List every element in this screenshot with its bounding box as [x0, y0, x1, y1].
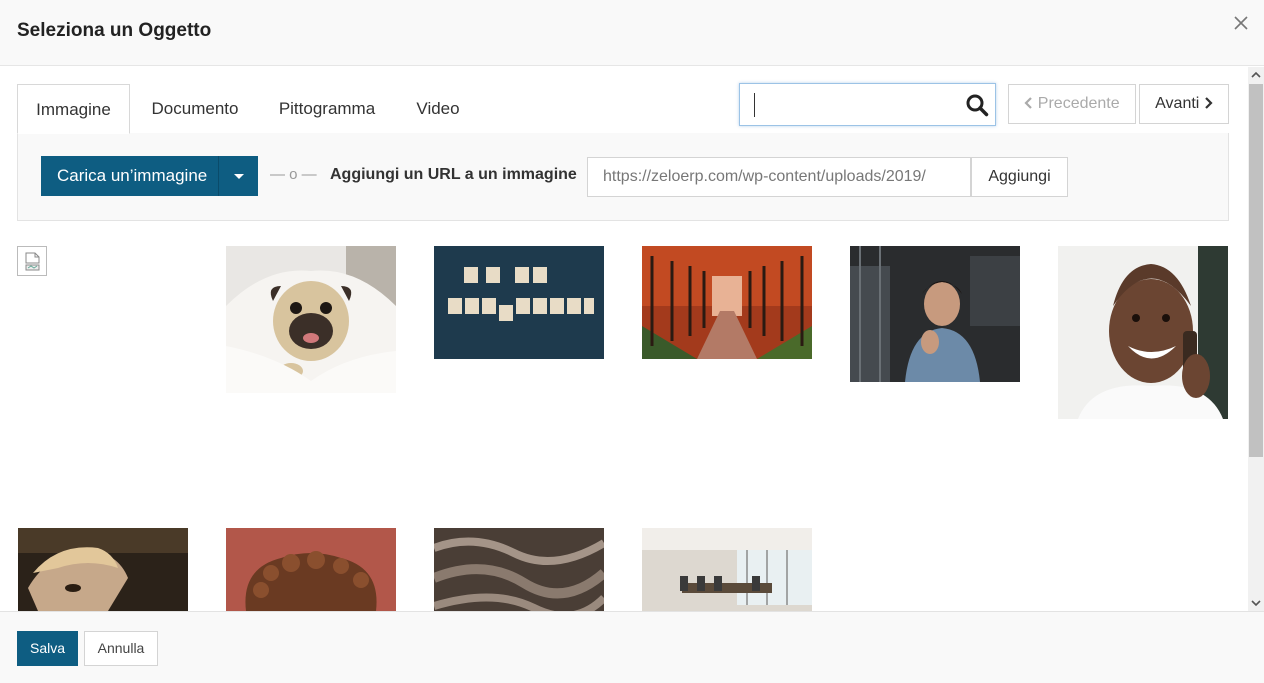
tab-pittogramma[interactable]: Pittogramma: [262, 84, 392, 134]
modal-body: Immagine Documento Pittogramma Video Pre…: [0, 67, 1248, 611]
upload-dropdown-button[interactable]: [218, 156, 258, 196]
tab-documento[interactable]: Documento: [136, 84, 254, 134]
man-sitting-photo[interactable]: [850, 246, 1020, 382]
curly-hair-photo[interactable]: [226, 528, 396, 611]
man-on-phone-photo[interactable]: [1058, 246, 1228, 419]
search-icon[interactable]: [965, 93, 989, 117]
upload-image-button[interactable]: Carica un’immagine: [41, 156, 218, 196]
cancel-button[interactable]: Annulla: [84, 631, 158, 666]
tab-immagine[interactable]: Immagine: [17, 84, 130, 134]
vertical-scrollbar[interactable]: [1248, 67, 1264, 611]
modal-title: Seleziona un Oggetto: [17, 20, 212, 41]
add-url-button[interactable]: Aggiungi: [971, 157, 1068, 197]
scrollbar-thumb[interactable]: [1249, 84, 1263, 457]
pug-photo[interactable]: [226, 246, 396, 393]
image-url-input[interactable]: [587, 157, 971, 197]
broken-image-icon[interactable]: [17, 246, 47, 276]
chevron-right-icon: [1204, 95, 1213, 112]
close-icon[interactable]: [1230, 12, 1252, 34]
chevron-left-icon: [1024, 95, 1037, 112]
scroll-up-icon[interactable]: [1248, 67, 1264, 83]
autumn-trees-photo[interactable]: [642, 246, 812, 359]
search-input[interactable]: [754, 93, 954, 117]
url-label: Aggiungi un URL a un immagine: [330, 166, 577, 183]
modal-footer: Salva Annulla: [0, 611, 1264, 683]
or-separator: — o —: [270, 166, 317, 183]
next-button[interactable]: Avanti: [1139, 84, 1229, 124]
save-button[interactable]: Salva: [17, 631, 78, 666]
modal-header: Seleziona un Oggetto: [0, 0, 1264, 66]
man-portrait-photo[interactable]: [18, 528, 188, 611]
previous-button[interactable]: Precedente: [1008, 84, 1136, 124]
silk-fabric-photo[interactable]: [434, 528, 604, 611]
upload-panel: Carica un’immagine — o — Aggiungi un URL…: [17, 133, 1229, 221]
search-box: [739, 83, 996, 126]
tab-video[interactable]: Video: [404, 84, 472, 134]
caret-down-icon: [219, 174, 259, 200]
scroll-down-icon[interactable]: [1248, 595, 1264, 611]
previous-label: Precedente: [1037, 95, 1120, 112]
next-label: Avanti: [1155, 95, 1200, 112]
conference-room-photo[interactable]: [642, 528, 812, 611]
marketing-tiles-photo[interactable]: [434, 246, 604, 359]
